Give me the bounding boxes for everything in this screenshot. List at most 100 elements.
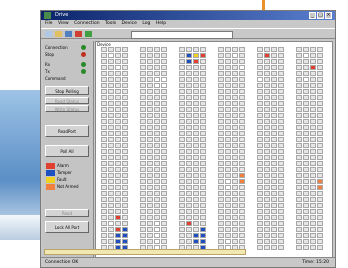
- device-cell[interactable]: [179, 209, 185, 214]
- device-cell[interactable]: [140, 113, 146, 118]
- device-cell[interactable]: [101, 233, 107, 238]
- device-cell[interactable]: [257, 113, 263, 118]
- device-cell[interactable]: [140, 125, 146, 130]
- maximize-button[interactable]: □: [317, 12, 324, 19]
- device-cell[interactable]: [186, 125, 192, 130]
- device-cell[interactable]: [278, 89, 284, 94]
- device-cell[interactable]: [225, 131, 231, 136]
- device-cell[interactable]: [108, 95, 114, 100]
- device-cell[interactable]: [232, 65, 238, 70]
- device-cell[interactable]: [115, 173, 121, 178]
- device-cell[interactable]: [264, 53, 270, 58]
- device-cell[interactable]: [179, 77, 185, 82]
- device-cell[interactable]: [264, 179, 270, 184]
- device-cell[interactable]: [186, 119, 192, 124]
- device-cell[interactable]: [186, 143, 192, 148]
- device-cell[interactable]: [317, 221, 323, 226]
- device-cell[interactable]: [200, 101, 206, 106]
- device-cell[interactable]: [161, 209, 167, 214]
- device-cell[interactable]: [193, 239, 199, 244]
- device-cell[interactable]: [179, 65, 185, 70]
- device-cell[interactable]: [232, 197, 238, 202]
- device-cell[interactable]: [310, 221, 316, 226]
- device-cell[interactable]: [296, 221, 302, 226]
- device-cell[interactable]: [193, 161, 199, 166]
- device-cell[interactable]: [257, 227, 263, 232]
- device-cell[interactable]: [154, 65, 160, 70]
- device-cell[interactable]: [200, 203, 206, 208]
- device-cell[interactable]: [179, 125, 185, 130]
- device-cell[interactable]: [108, 125, 114, 130]
- device-cell[interactable]: [296, 59, 302, 64]
- device-cell[interactable]: [317, 167, 323, 172]
- device-cell[interactable]: [232, 155, 238, 160]
- device-cell[interactable]: [140, 155, 146, 160]
- device-cell[interactable]: [115, 107, 121, 112]
- device-cell[interactable]: [115, 197, 121, 202]
- device-cell[interactable]: [179, 53, 185, 58]
- device-cell[interactable]: [147, 137, 153, 142]
- device-cell[interactable]: [200, 179, 206, 184]
- device-cell[interactable]: [271, 209, 277, 214]
- device-cell[interactable]: [115, 167, 121, 172]
- device-cell[interactable]: [179, 59, 185, 64]
- device-cell[interactable]: [239, 107, 245, 112]
- device-cell[interactable]: [232, 101, 238, 106]
- device-cell[interactable]: [257, 203, 263, 208]
- device-cell[interactable]: [239, 185, 245, 190]
- device-cell[interactable]: [161, 53, 167, 58]
- device-cell[interactable]: [193, 137, 199, 142]
- device-cell[interactable]: [271, 161, 277, 166]
- device-cell[interactable]: [193, 101, 199, 106]
- menu-tools[interactable]: Tools: [105, 21, 116, 26]
- device-cell[interactable]: [193, 197, 199, 202]
- device-cell[interactable]: [278, 191, 284, 196]
- device-cell[interactable]: [115, 215, 121, 220]
- device-cell[interactable]: [154, 143, 160, 148]
- device-cell[interactable]: [154, 161, 160, 166]
- device-cell[interactable]: [154, 173, 160, 178]
- device-cell[interactable]: [303, 221, 309, 226]
- device-cell[interactable]: [218, 203, 224, 208]
- device-cell[interactable]: [140, 149, 146, 154]
- write-button[interactable]: Write Status: [45, 105, 89, 112]
- save-icon[interactable]: [65, 31, 72, 37]
- device-cell[interactable]: [218, 179, 224, 184]
- device-cell[interactable]: [232, 95, 238, 100]
- stop-polling-button[interactable]: Stop Polling: [45, 86, 89, 95]
- device-cell[interactable]: [310, 197, 316, 202]
- device-cell[interactable]: [278, 179, 284, 184]
- device-cell[interactable]: [310, 83, 316, 88]
- device-cell[interactable]: [239, 77, 245, 82]
- device-cell[interactable]: [271, 119, 277, 124]
- device-cell[interactable]: [303, 107, 309, 112]
- menu-file[interactable]: File: [45, 21, 53, 26]
- device-cell[interactable]: [317, 119, 323, 124]
- device-cell[interactable]: [122, 197, 128, 202]
- device-cell[interactable]: [193, 59, 199, 64]
- device-cell[interactable]: [200, 137, 206, 142]
- device-cell[interactable]: [303, 167, 309, 172]
- device-cell[interactable]: [115, 149, 121, 154]
- device-cell[interactable]: [317, 53, 323, 58]
- device-cell[interactable]: [278, 107, 284, 112]
- device-cell[interactable]: [186, 173, 192, 178]
- device-cell[interactable]: [257, 167, 263, 172]
- device-cell[interactable]: [115, 203, 121, 208]
- device-cell[interactable]: [186, 107, 192, 112]
- device-cell[interactable]: [310, 143, 316, 148]
- device-cell[interactable]: [264, 143, 270, 148]
- device-cell[interactable]: [101, 155, 107, 160]
- device-cell[interactable]: [310, 47, 316, 52]
- device-cell[interactable]: [264, 89, 270, 94]
- device-cell[interactable]: [147, 143, 153, 148]
- device-cell[interactable]: [115, 155, 121, 160]
- device-cell[interactable]: [239, 155, 245, 160]
- device-cell[interactable]: [101, 197, 107, 202]
- menu-device[interactable]: Device: [122, 21, 137, 26]
- device-cell[interactable]: [317, 245, 323, 250]
- device-cell[interactable]: [115, 125, 121, 130]
- device-cell[interactable]: [271, 203, 277, 208]
- device-cell[interactable]: [147, 191, 153, 196]
- device-cell[interactable]: [122, 53, 128, 58]
